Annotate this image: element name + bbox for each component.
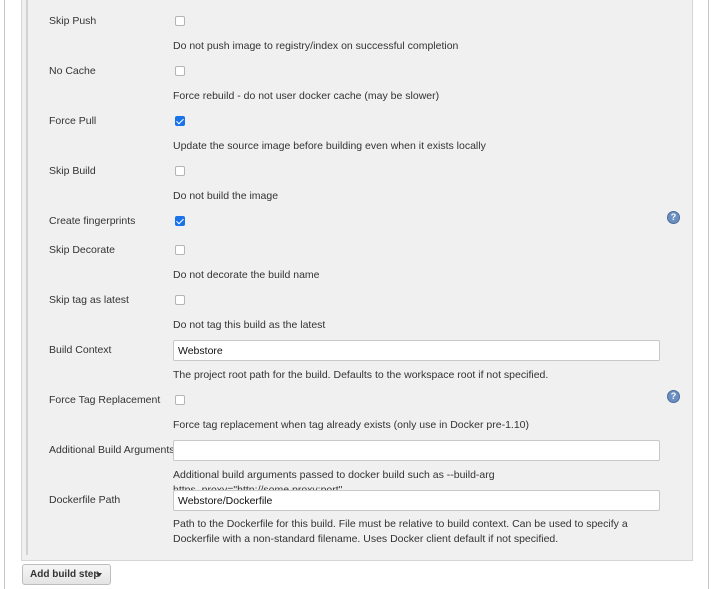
page-border-left bbox=[4, 0, 5, 589]
skip-tag-latest-checkbox[interactable] bbox=[175, 295, 185, 305]
skip-tag-latest-description: Do not tag this build as the latest bbox=[173, 319, 326, 331]
create-fingerprints-help-icon[interactable]: ? bbox=[667, 211, 680, 224]
skip-build-description: Do not build the image bbox=[173, 190, 279, 202]
build-context-label: Build Context bbox=[49, 344, 112, 356]
skip-push-label: Skip Push bbox=[49, 15, 97, 27]
force-pull-description: Update the source image before building … bbox=[173, 140, 486, 152]
force-tag-replacement-checkbox[interactable] bbox=[175, 395, 185, 405]
force-pull-checkbox[interactable] bbox=[175, 116, 185, 126]
skip-decorate-checkbox[interactable] bbox=[175, 245, 185, 255]
skip-build-label: Skip Build bbox=[49, 165, 96, 177]
create-fingerprints-label: Create fingerprints bbox=[49, 215, 136, 227]
build-step-indent-bar bbox=[26, 0, 28, 555]
force-tag-replacement-help-icon[interactable]: ? bbox=[667, 390, 680, 403]
chevron-down-icon bbox=[96, 573, 102, 577]
additional-build-arguments-input[interactable] bbox=[173, 440, 660, 461]
skip-tag-latest-label: Skip tag as latest bbox=[49, 294, 129, 306]
skip-push-checkbox[interactable] bbox=[175, 16, 185, 26]
skip-decorate-label: Skip Decorate bbox=[49, 244, 115, 256]
additional-build-arguments-label: Additional Build Arguments bbox=[49, 444, 175, 456]
create-fingerprints-checkbox[interactable] bbox=[175, 216, 185, 226]
force-pull-label: Force Pull bbox=[49, 115, 97, 127]
no-cache-description: Force rebuild - do not user docker cache… bbox=[173, 90, 440, 102]
dockerfile-path-label: Dockerfile Path bbox=[49, 494, 121, 506]
skip-decorate-description: Do not decorate the build name bbox=[173, 269, 320, 281]
skip-push-description: Do not push image to registry/index on s… bbox=[173, 40, 459, 52]
skip-build-checkbox[interactable] bbox=[175, 166, 185, 176]
page-border-right bbox=[708, 0, 709, 589]
add-build-step-label: Add build step bbox=[30, 569, 100, 580]
build-context-input[interactable] bbox=[173, 340, 660, 361]
add-build-step-button[interactable]: Add build step bbox=[22, 564, 111, 585]
build-context-description: The project root path for the build. Def… bbox=[173, 369, 549, 381]
no-cache-checkbox[interactable] bbox=[175, 66, 185, 76]
dockerfile-path-description: Path to the Dockerfile for this build. F… bbox=[173, 518, 628, 545]
force-tag-replacement-description: Force tag replacement when tag already e… bbox=[173, 419, 530, 431]
force-tag-replacement-label: Force Tag Replacement bbox=[49, 394, 161, 406]
dockerfile-path-input[interactable] bbox=[173, 490, 660, 511]
no-cache-label: No Cache bbox=[49, 65, 96, 77]
